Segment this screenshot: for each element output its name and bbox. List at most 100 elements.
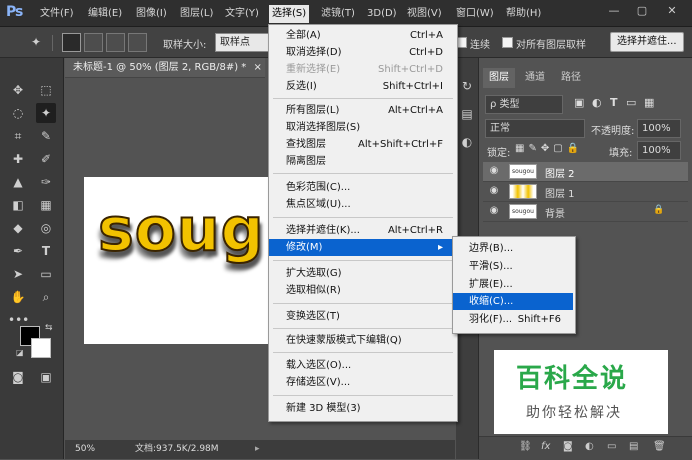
path-select-icon[interactable]: ➤ — [8, 264, 28, 284]
fill-input[interactable]: 100% — [637, 141, 681, 160]
menu-item-quick-mask[interactable]: 在快速蒙版模式下编辑(Q) — [269, 332, 455, 349]
link-icon[interactable]: ⛓ — [519, 441, 532, 452]
menu-filter[interactable]: 滤镜(T) — [321, 6, 355, 22]
trash-icon[interactable]: 🗑 — [653, 441, 666, 452]
filter-type-icon[interactable]: T — [610, 96, 618, 109]
eraser-tool-icon[interactable]: ◧ — [8, 195, 28, 215]
blur-tool-icon[interactable]: ◆ — [8, 218, 28, 238]
zoom-level[interactable]: 50% — [75, 440, 95, 459]
submenu-item-expand[interactable]: 扩展(E)... — [453, 276, 573, 293]
menu-view[interactable]: 视图(V) — [407, 6, 442, 22]
document-tab[interactable]: 未标题-1 @ 50% (图层 2, RGB/8#) * × — [65, 58, 265, 78]
menu-help[interactable]: 帮助(H) — [506, 6, 541, 22]
status-arrow-icon[interactable]: ▸ — [255, 440, 260, 459]
history-brush-icon[interactable]: ✑ — [36, 172, 56, 192]
filter-pixel-icon[interactable]: ▣ — [574, 96, 584, 109]
submenu-item-smooth[interactable]: 平滑(S)... — [453, 258, 573, 275]
tab-paths[interactable]: 路径 — [555, 68, 587, 88]
marquee-tool-icon[interactable]: ⬚ — [36, 80, 56, 100]
new-selection-icon[interactable] — [62, 33, 81, 52]
visibility-eye-icon[interactable]: ◉ — [487, 205, 501, 216]
subtract-selection-icon[interactable] — [106, 33, 125, 52]
layer-name[interactable]: 图层 2 — [545, 165, 575, 180]
menu-item-load-selection[interactable]: 载入选区(O)... — [269, 357, 455, 374]
menu-item-select-all[interactable]: 全部(A) Ctrl+A — [269, 27, 455, 44]
default-colors-icon[interactable]: ◪ — [16, 348, 24, 357]
intersect-selection-icon[interactable] — [128, 33, 147, 52]
submenu-item-feather[interactable]: 羽化(F)... Shift+F6 — [453, 311, 573, 328]
sample-all-checkbox[interactable] — [502, 37, 513, 48]
adjustment-icon[interactable]: ◐ — [585, 441, 594, 452]
menu-item-isolate-layers[interactable]: 隔离图层 — [269, 153, 455, 170]
menu-item-deselect[interactable]: 取消选择(D) Ctrl+D — [269, 44, 455, 61]
pen-tool-icon[interactable]: ✒ — [8, 241, 28, 261]
rectangle-tool-icon[interactable]: ▭ — [36, 264, 56, 284]
menu-window[interactable]: 窗口(W) — [456, 6, 494, 22]
menu-item-deselect-layers[interactable]: 取消选择图层(S) — [269, 119, 455, 136]
magic-wand-tool-icon[interactable]: ✦ — [36, 103, 56, 123]
visibility-eye-icon[interactable]: ◉ — [487, 165, 501, 176]
type-tool-icon[interactable]: T — [36, 241, 56, 261]
lock-icons[interactable]: ▦✎✥▢🔒 — [515, 143, 583, 154]
history-panel-icon[interactable]: ↻ — [457, 76, 477, 96]
layer-name[interactable]: 图层 1 — [545, 185, 575, 200]
stamp-tool-icon[interactable]: ▲ — [8, 172, 28, 192]
layer-name[interactable]: 背景 — [545, 205, 565, 220]
add-selection-icon[interactable] — [84, 33, 103, 52]
visibility-eye-icon[interactable]: ◉ — [487, 185, 501, 196]
tab-channels[interactable]: 通道 — [519, 68, 551, 88]
swap-colors-icon[interactable]: ⇆ — [45, 323, 53, 333]
menu-image[interactable]: 图像(I) — [136, 6, 167, 22]
background-color-swatch[interactable] — [31, 338, 51, 358]
submenu-item-border[interactable]: 边界(B)... — [453, 240, 573, 257]
close-document-icon[interactable]: × — [253, 62, 261, 73]
layer-row[interactable]: ◉ sougou 图层 2 — [483, 162, 688, 182]
quick-mask-icon[interactable]: ◙ — [8, 367, 28, 387]
screen-mode-icon[interactable]: ▣ — [36, 367, 56, 387]
group-icon[interactable]: ▭ — [607, 441, 616, 452]
menu-item-inverse[interactable]: 反选(I) Shift+Ctrl+I — [269, 78, 455, 95]
menu-item-modify[interactable]: 修改(M) ▸ — [269, 239, 455, 256]
filter-adjust-icon[interactable]: ◐ — [592, 96, 602, 109]
menu-item-find-layers[interactable]: 查找图层 Alt+Shift+Ctrl+F — [269, 136, 455, 153]
eyedropper-tool-icon[interactable]: ✎ — [36, 126, 56, 146]
filter-shape-icon[interactable]: ▭ — [626, 96, 636, 109]
new-layer-icon[interactable]: ▤ — [629, 441, 638, 452]
menu-item-all-layers[interactable]: 所有图层(L) Alt+Ctrl+A — [269, 102, 455, 119]
tab-layers[interactable]: 图层 — [483, 68, 515, 88]
sample-size-select[interactable]: 取样点 — [215, 33, 271, 52]
zoom-tool-icon[interactable]: ⌕ — [36, 287, 56, 307]
fx-icon[interactable]: fx — [541, 441, 550, 452]
menu-item-focus-area[interactable]: 焦点区域(U)... — [269, 196, 455, 213]
filter-smart-icon[interactable]: ▦ — [644, 96, 654, 109]
menu-layer[interactable]: 图层(L) — [180, 6, 213, 22]
lasso-tool-icon[interactable]: ◌ — [8, 103, 28, 123]
menu-item-select-and-mask[interactable]: 选择并遮住(K)... Alt+Ctrl+R — [269, 222, 455, 239]
adjustments-panel-icon[interactable]: ◐ — [457, 132, 477, 152]
menu-item-new-3d-model[interactable]: 新建 3D 模型(3) — [269, 400, 455, 417]
layer-filter-select[interactable]: ρ 类型 — [485, 95, 563, 114]
menu-select[interactable]: 选择(S) — [269, 5, 310, 23]
menu-item-color-range[interactable]: 色彩范围(C)... — [269, 179, 455, 196]
hand-tool-icon[interactable]: ✋ — [8, 287, 28, 307]
magic-wand-tool-preset-icon[interactable]: ✦ — [26, 32, 46, 52]
menu-3d[interactable]: 3D(D) — [367, 6, 397, 22]
menu-item-similar[interactable]: 选取相似(R) — [269, 282, 455, 299]
crop-tool-icon[interactable]: ⌗ — [8, 126, 28, 146]
minimize-button[interactable]: — — [604, 2, 624, 20]
menu-item-grow[interactable]: 扩大选取(G) — [269, 265, 455, 282]
document-canvas[interactable]: soug — [84, 177, 284, 344]
opacity-input[interactable]: 100% — [637, 119, 681, 138]
dodge-tool-icon[interactable]: ◎ — [36, 218, 56, 238]
submenu-item-contract[interactable]: 收缩(C)... — [453, 293, 573, 310]
menu-type[interactable]: 文字(Y) — [225, 6, 259, 22]
layer-row[interactable]: ◉ 图层 1 — [483, 182, 688, 202]
close-window-button[interactable]: ✕ — [662, 2, 682, 20]
menu-file[interactable]: 文件(F) — [40, 6, 74, 22]
mask-icon[interactable]: ◙ — [563, 441, 573, 452]
blend-mode-select[interactable]: 正常 — [485, 119, 585, 138]
menu-item-save-selection[interactable]: 存储选区(V)... — [269, 374, 455, 391]
menu-item-transform-selection[interactable]: 变换选区(T) — [269, 308, 455, 325]
layer-row[interactable]: ◉ sougou 背景 🔒 — [483, 202, 688, 222]
move-tool-icon[interactable]: ✥ — [8, 80, 28, 100]
